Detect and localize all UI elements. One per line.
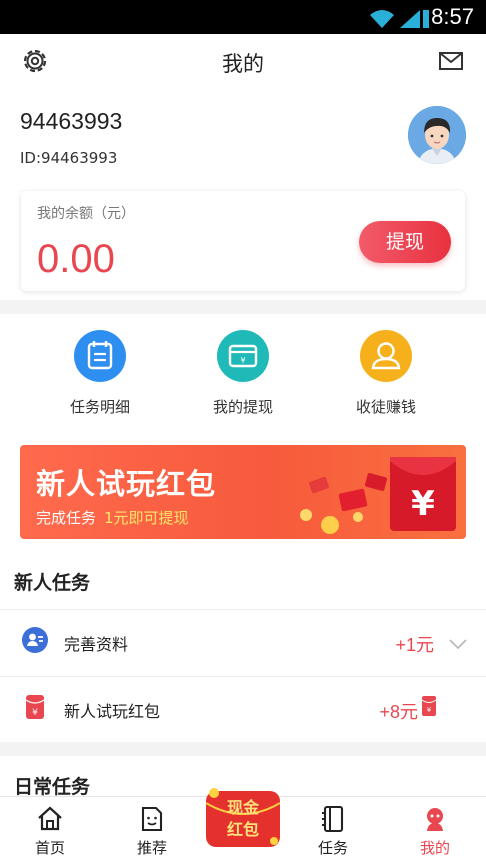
- shortcut-label: 收徒赚钱: [355, 398, 416, 416]
- status-bar: 8:57: [0, 0, 486, 34]
- status-icons: [368, 7, 430, 33]
- task-reward: +1元: [395, 635, 434, 655]
- badge-line2: 红包: [227, 820, 259, 839]
- tab-label: 推荐: [136, 839, 167, 857]
- person-icon: [421, 805, 449, 833]
- balance-value: 0.00: [37, 237, 115, 281]
- page-title: 我的: [222, 52, 264, 76]
- page-header: 我的: [0, 34, 486, 92]
- home-icon: [36, 805, 64, 833]
- profile-section: 94463993 ID:94463993 我的余额（元） 0.00 提现: [0, 92, 486, 300]
- balance-card: 我的余额（元） 0.00 提现: [21, 191, 465, 291]
- banner-highlight: 1元即可提现: [104, 509, 189, 527]
- bottom-tab-bar: 首页 推荐 现金 红包 任务 我的: [0, 788, 486, 865]
- banner-subtitle: 完成任务 1元即可提现: [36, 507, 189, 528]
- banner-subtitle-text: 完成任务: [36, 509, 97, 527]
- shortcut-my-withdraw[interactable]: ¥ 我的提现: [183, 330, 303, 417]
- new-tasks-section: 新人任务 完善资料 +1元 ¥ 新人试玩红包 +8元 ¥: [0, 552, 486, 742]
- wallet-card-icon: ¥: [217, 330, 269, 382]
- badge-line1: 现金: [227, 798, 260, 817]
- avatar[interactable]: [408, 106, 466, 164]
- signal-icon: [400, 10, 420, 28]
- task-row-complete-profile[interactable]: 完善资料 +1元: [0, 609, 486, 675]
- new-tasks-title: 新人任务: [14, 572, 91, 594]
- promo-banner[interactable]: 新人试玩红包 完成任务 1元即可提现 ¥: [20, 445, 466, 539]
- divider: [0, 676, 486, 677]
- banner-title: 新人试玩红包: [36, 467, 217, 501]
- task-list-icon: [74, 330, 126, 382]
- red-envelope-illustration-icon: ¥: [300, 457, 456, 534]
- shortcut-label: 我的提现: [212, 398, 273, 416]
- withdraw-button[interactable]: 提现: [359, 221, 451, 263]
- tab-label: 我的: [419, 839, 450, 857]
- notebook-icon: [319, 805, 347, 833]
- task-reward: +8元: [379, 702, 418, 722]
- task-row-trial-redpacket[interactable]: ¥ 新人试玩红包 +8元 ¥: [0, 676, 486, 742]
- username: 94463993: [20, 108, 123, 134]
- envelope-icon[interactable]: [436, 46, 466, 76]
- red-envelope-icon: ¥: [421, 696, 437, 720]
- cash-redpacket-badge[interactable]: 现金 红包: [200, 783, 286, 853]
- tab-home[interactable]: 首页: [15, 805, 85, 858]
- wifi-icon: [370, 10, 394, 28]
- user-icon: [360, 330, 412, 382]
- battery-icon: [423, 10, 429, 28]
- shortcut-recruit[interactable]: 收徒赚钱: [326, 330, 446, 417]
- tab-mine[interactable]: 我的: [400, 805, 470, 858]
- tab-recommend[interactable]: 推荐: [117, 805, 187, 858]
- tab-task[interactable]: 任务: [298, 805, 368, 858]
- smile-doc-icon: [138, 805, 166, 833]
- shortcut-task-detail[interactable]: 任务明细: [40, 330, 160, 417]
- tab-label: 任务: [317, 839, 348, 857]
- svg-text:¥: ¥: [32, 708, 38, 718]
- tab-label: 首页: [34, 839, 65, 857]
- user-id: ID:94463993: [20, 149, 118, 167]
- shortcut-grid: 任务明细 ¥ 我的提现 收徒赚钱: [0, 314, 486, 431]
- red-envelope-icon: ¥: [22, 694, 48, 720]
- svg-text:¥: ¥: [240, 356, 245, 365]
- profile-icon: [22, 627, 48, 653]
- divider: [0, 609, 486, 610]
- banner-section: 新人试玩红包 完成任务 1元即可提现 ¥: [0, 431, 486, 552]
- balance-label: 我的余额（元）: [37, 206, 135, 222]
- shortcut-label: 任务明细: [69, 398, 130, 416]
- daily-tasks-title: 日常任务: [14, 776, 91, 798]
- task-label: 新人试玩红包: [64, 702, 161, 721]
- status-time: 8:57: [431, 4, 474, 29]
- task-label: 完善资料: [64, 635, 129, 654]
- chevron-down-icon[interactable]: [448, 635, 468, 654]
- svg-text:¥: ¥: [427, 706, 432, 714]
- svg-text:¥: ¥: [411, 484, 435, 524]
